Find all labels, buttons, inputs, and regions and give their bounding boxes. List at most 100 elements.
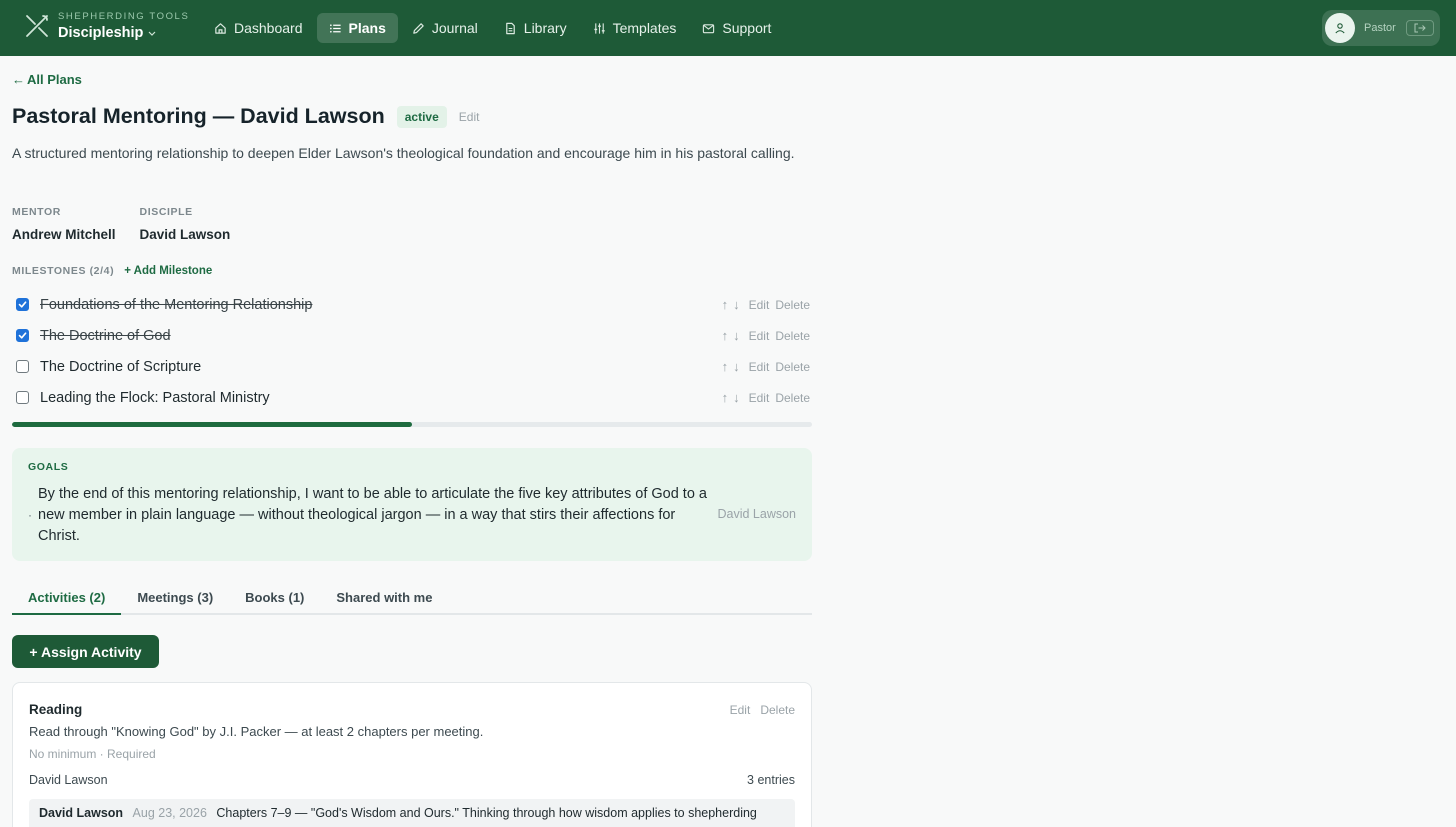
tab-meetings[interactable]: Meetings (3) <box>121 586 229 615</box>
move-up-button[interactable]: ↑ <box>722 390 729 405</box>
milestone-row: Foundations of the Mentoring Relationshi… <box>12 289 812 320</box>
avatar[interactable] <box>1325 13 1355 43</box>
top-navbar: SHEPHERDING TOOLS Discipleship Dashboard… <box>0 0 1456 56</box>
milestone-row: The Doctrine of God ↑ ↓ Edit Delete <box>12 320 812 351</box>
milestone-actions: ↑ ↓ Edit Delete <box>722 297 812 312</box>
crossed-staff-icon <box>26 15 48 37</box>
sliders-icon <box>593 22 605 34</box>
assign-activity-button[interactable]: + Assign Activity <box>12 635 159 668</box>
progress-fill <box>12 422 412 427</box>
nav-label: Templates <box>612 20 677 36</box>
main-nav: Dashboard Plans Journal Library Template… <box>202 13 785 43</box>
delete-milestone-button[interactable]: Delete <box>775 360 810 374</box>
checkmark-icon <box>18 301 27 308</box>
move-down-button[interactable]: ↓ <box>733 297 740 312</box>
nav-label: Journal <box>431 20 478 36</box>
tab-shared-with-me[interactable]: Shared with me <box>320 586 448 615</box>
mentor-name: Andrew Mitchell <box>12 227 116 242</box>
goals-label: GOALS <box>28 461 69 473</box>
mentor-label: MENTOR <box>12 206 61 218</box>
logout-button[interactable] <box>1406 20 1434 36</box>
tab-books[interactable]: Books (1) <box>229 586 320 615</box>
delete-milestone-button[interactable]: Delete <box>775 329 810 343</box>
nav-label: Support <box>722 20 772 36</box>
move-down-button[interactable]: ↓ <box>733 390 740 405</box>
title-row: Pastoral Mentoring — David Lawson active… <box>12 104 479 129</box>
move-up-button[interactable]: ↑ <box>722 297 729 312</box>
list-icon <box>329 23 341 33</box>
logout-icon <box>1414 23 1426 33</box>
nav-journal[interactable]: Journal <box>400 13 490 43</box>
milestone-actions: ↑ ↓ Edit Delete <box>722 328 812 343</box>
brand-name: Discipleship <box>58 24 144 41</box>
move-up-button[interactable]: ↑ <box>722 328 729 343</box>
milestone-title: Leading the Flock: Pastoral Ministry <box>40 389 270 406</box>
milestones-header: MILESTONES (2/4) + Add Milestone <box>12 265 212 277</box>
activity-card: Reading Edit Delete Read through "Knowin… <box>12 682 812 827</box>
back-to-plans-link[interactable]: ← All Plans <box>12 72 82 87</box>
people-info: MENTOR Andrew Mitchell DISCIPLE David La… <box>12 206 254 242</box>
milestone-actions: ↑ ↓ Edit Delete <box>722 390 812 405</box>
nav-dashboard[interactable]: Dashboard <box>202 13 315 43</box>
nav-library[interactable]: Library <box>492 13 579 43</box>
activity-actions: Edit Delete <box>720 703 795 717</box>
entry-author: David Lawson <box>39 806 124 820</box>
edit-milestone-button[interactable]: Edit <box>749 391 770 405</box>
edit-activity-button[interactable]: Edit <box>730 703 751 717</box>
user-icon <box>1335 23 1345 34</box>
milestone-title: The Doctrine of God <box>40 327 171 344</box>
tab-activities[interactable]: Activities (2) <box>12 586 122 615</box>
page-title: Pastoral Mentoring — David Lawson <box>12 104 385 128</box>
nav-label: Dashboard <box>234 20 303 36</box>
activity-entry[interactable]: David Lawson Aug 23, 2026 Chapters 7–9 —… <box>29 799 795 827</box>
milestone-row: Leading the Flock: Pastoral Ministry ↑ ↓… <box>12 382 812 413</box>
milestone-checkbox[interactable] <box>16 391 29 404</box>
nav-label: Plans <box>348 20 386 36</box>
milestone-title: Foundations of the Mentoring Relationshi… <box>40 296 313 313</box>
milestone-checkbox[interactable] <box>16 329 29 342</box>
nav-templates[interactable]: Templates <box>581 13 689 43</box>
pencil-icon <box>413 22 424 34</box>
delete-milestone-button[interactable]: Delete <box>775 391 810 405</box>
milestone-actions: ↑ ↓ Edit Delete <box>722 359 812 374</box>
activity-meta: No minimum · Required <box>29 747 156 761</box>
edit-milestone-button[interactable]: Edit <box>749 360 770 374</box>
milestone-title: The Doctrine of Scripture <box>40 358 202 375</box>
goal-text: By the end of this mentoring relationshi… <box>38 486 707 544</box>
mail-icon <box>703 23 715 33</box>
nav-support[interactable]: Support <box>690 13 783 43</box>
home-icon <box>215 22 226 34</box>
edit-milestone-button[interactable]: Edit <box>749 298 770 312</box>
activity-entries-count[interactable]: 3 entries <box>747 773 795 787</box>
plan-description: A structured mentoring relationship to d… <box>12 145 795 161</box>
left-arrow-icon: ← <box>12 72 25 87</box>
edit-plan-button[interactable]: Edit <box>459 110 480 124</box>
activity-assignee: David Lawson <box>29 773 108 787</box>
milestone-row: The Doctrine of Scripture ↑ ↓ Edit Delet… <box>12 351 812 382</box>
milestones-label: MILESTONES (2/4) <box>12 265 115 277</box>
move-up-button[interactable]: ↑ <box>722 359 729 374</box>
nav-label: Library <box>523 20 567 36</box>
brand[interactable]: SHEPHERDING TOOLS Discipleship <box>24 12 189 40</box>
milestones-list: Foundations of the Mentoring Relationshi… <box>12 289 812 413</box>
delete-milestone-button[interactable]: Delete <box>775 298 810 312</box>
delete-activity-button[interactable]: Delete <box>760 703 795 717</box>
move-down-button[interactable]: ↓ <box>733 328 740 343</box>
entry-text: Chapters 7–9 — "God's Wisdom and Ours." … <box>216 806 757 820</box>
status-badge: active <box>396 105 447 128</box>
plan-tabs: Activities (2) Meetings (3) Books (1) Sh… <box>12 586 812 615</box>
milestone-checkbox[interactable] <box>16 298 29 311</box>
move-down-button[interactable]: ↓ <box>733 359 740 374</box>
nav-plans[interactable]: Plans <box>316 13 398 43</box>
milestone-checkbox[interactable] <box>16 360 29 373</box>
milestone-progress-bar <box>12 422 812 427</box>
workspace-switcher[interactable]: Discipleship <box>58 24 189 41</box>
brand-subtitle: SHEPHERDING TOOLS <box>58 11 190 22</box>
edit-milestone-button[interactable]: Edit <box>749 329 770 343</box>
entry-date: Aug 23, 2026 <box>132 806 207 820</box>
add-milestone-button[interactable]: + Add Milestone <box>124 265 212 277</box>
disciple-name: David Lawson <box>139 227 231 242</box>
activity-description: Read through "Knowing God" by J.I. Packe… <box>29 724 484 739</box>
user-menu[interactable]: Pastor <box>1322 10 1440 46</box>
back-link-label: All Plans <box>27 72 82 87</box>
